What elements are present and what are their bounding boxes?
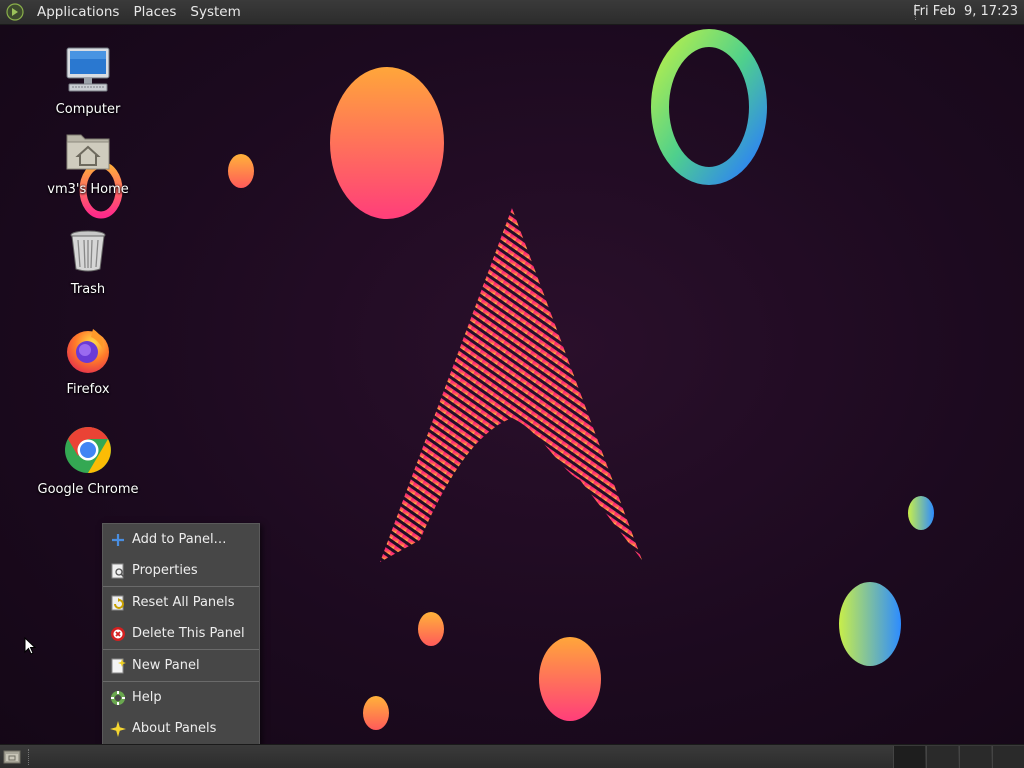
workspace-3[interactable] bbox=[959, 746, 991, 768]
workspace-4[interactable] bbox=[992, 746, 1024, 768]
firefox-icon bbox=[67, 329, 109, 373]
panel-handle[interactable] bbox=[28, 749, 31, 765]
menu-item-new-panel[interactable]: New Panel bbox=[103, 650, 259, 681]
help-icon bbox=[111, 690, 125, 705]
desktop-icon-label: Computer bbox=[55, 102, 121, 117]
desktop-icon-firefox[interactable]: Firefox bbox=[28, 325, 148, 397]
menu-item-add-to-panel[interactable]: Add to Panel… bbox=[103, 524, 259, 555]
menu-item-label: New Panel bbox=[132, 658, 200, 673]
menu-item-label: Help bbox=[132, 690, 162, 705]
desktop-icon-label: Trash bbox=[70, 282, 106, 297]
desktop-icon-chrome[interactable]: Google Chrome bbox=[28, 425, 148, 497]
clock[interactable]: Fri Feb 9, 17:23 bbox=[913, 0, 1018, 24]
menu-item-reset-all-panels[interactable]: Reset All Panels bbox=[103, 587, 259, 618]
properties-icon bbox=[111, 563, 125, 578]
panel-context-menu: Add to Panel… Properties Reset All Panel… bbox=[102, 523, 260, 746]
menu-item-label: About Panels bbox=[132, 721, 217, 736]
menu-item-label: Reset All Panels bbox=[132, 595, 235, 610]
menu-item-label: Properties bbox=[132, 563, 198, 578]
desktop-icon-label: vm3's Home bbox=[47, 182, 129, 197]
top-panel: Applications Places System Fri Feb 9, 17… bbox=[0, 0, 1024, 25]
reset-icon bbox=[111, 595, 124, 610]
system-menu[interactable]: System bbox=[183, 0, 247, 24]
menu-item-properties[interactable]: Properties bbox=[103, 555, 259, 586]
workspace-2[interactable] bbox=[926, 746, 958, 768]
applications-menu[interactable]: Applications bbox=[30, 0, 126, 24]
show-desktop-icon[interactable] bbox=[3, 748, 21, 766]
places-menu[interactable]: Places bbox=[126, 0, 183, 24]
trash-icon bbox=[70, 230, 106, 272]
bottom-panel bbox=[0, 744, 1024, 768]
mouse-cursor-icon bbox=[24, 637, 36, 655]
menu-item-help[interactable]: Help bbox=[103, 682, 259, 713]
delete-icon bbox=[111, 626, 125, 641]
mate-logo-icon[interactable] bbox=[6, 3, 24, 21]
desktop-icon-trash[interactable]: Trash bbox=[28, 225, 148, 297]
desktop-icon-computer[interactable]: Computer bbox=[28, 45, 148, 117]
about-icon bbox=[110, 720, 126, 737]
computer-icon bbox=[66, 47, 110, 92]
desktop-icon-home[interactable]: vm3's Home bbox=[28, 125, 148, 197]
workspace-1[interactable] bbox=[893, 746, 925, 768]
menu-item-delete-this-panel[interactable]: Delete This Panel bbox=[103, 618, 259, 649]
desktop-icon-label: Firefox bbox=[66, 382, 110, 397]
desktop[interactable]: Applications Places System Fri Feb 9, 17… bbox=[0, 0, 1024, 768]
chrome-icon bbox=[65, 427, 111, 473]
desktop-icon-label: Google Chrome bbox=[37, 482, 139, 497]
home-folder-icon bbox=[66, 134, 110, 170]
menu-item-label: Delete This Panel bbox=[132, 626, 245, 641]
menu-item-label: Add to Panel… bbox=[132, 532, 227, 547]
plus-icon bbox=[112, 533, 124, 546]
new-panel-icon bbox=[111, 658, 126, 673]
menu-item-about-panels[interactable]: About Panels bbox=[103, 713, 259, 744]
